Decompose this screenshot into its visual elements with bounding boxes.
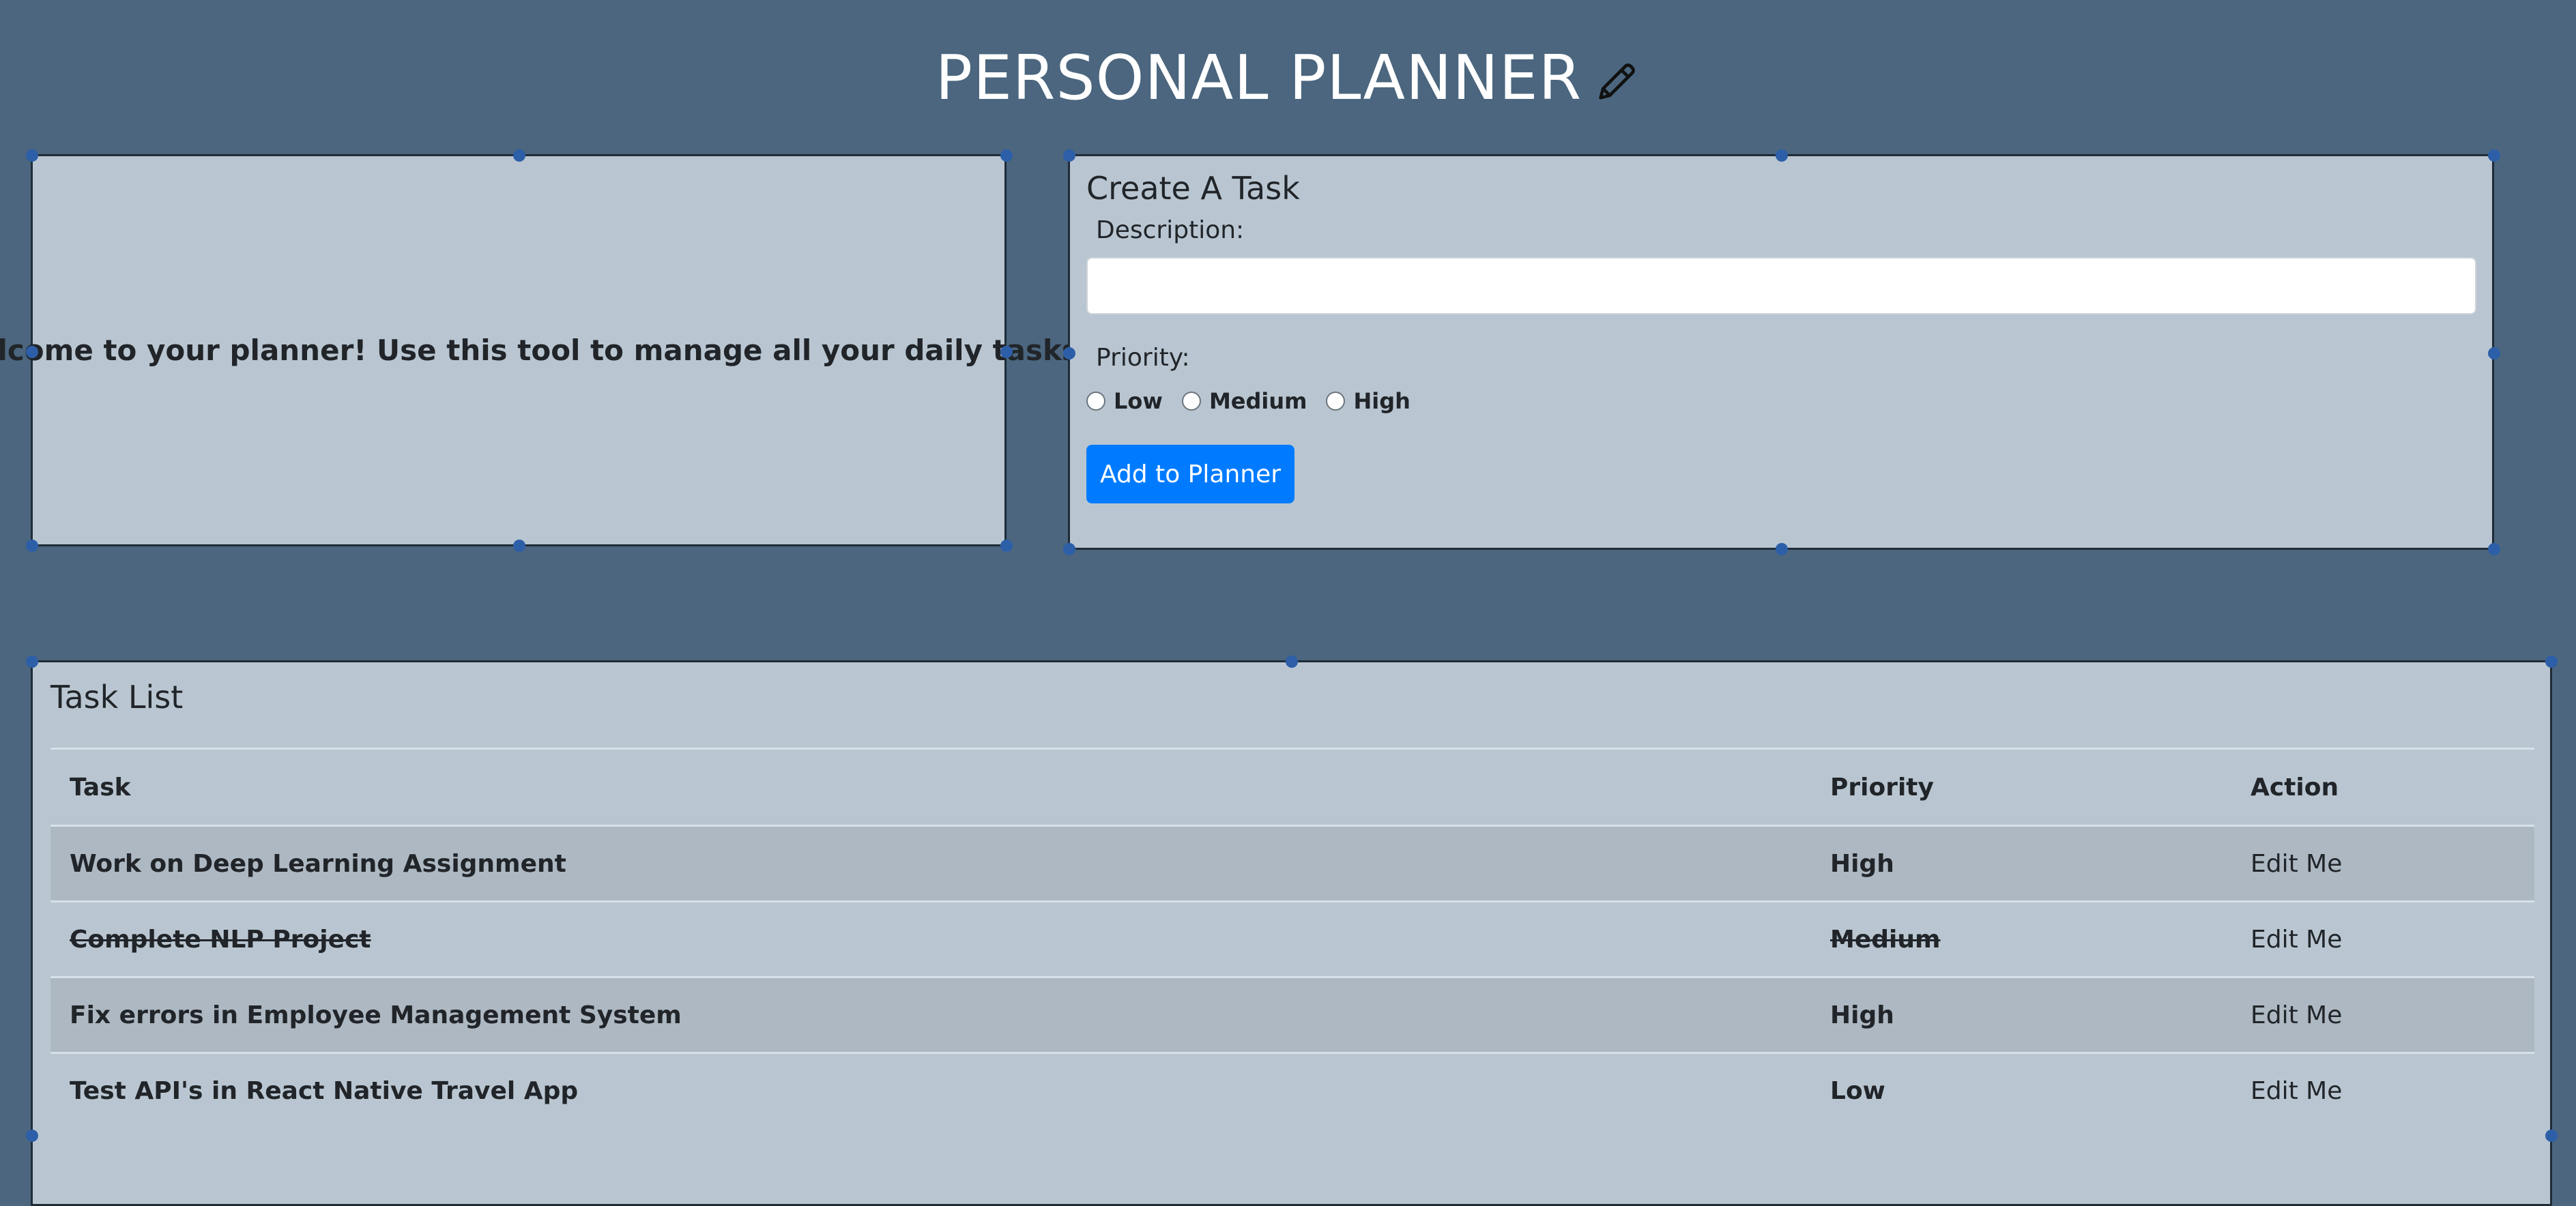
pencil-icon bbox=[1599, 63, 1635, 100]
resize-handle[interactable] bbox=[26, 656, 38, 668]
resize-handle[interactable] bbox=[1776, 149, 1788, 162]
task-priority: Low bbox=[1811, 1052, 2231, 1128]
table-row: Fix errors in Employee Management System… bbox=[50, 976, 2534, 1053]
edit-task-link[interactable]: Edit Me bbox=[2231, 825, 2534, 902]
task-table: Task Priority Action Work on Deep Learni… bbox=[50, 748, 2534, 1128]
resize-handle[interactable] bbox=[2488, 149, 2500, 162]
priority-option-label: Low bbox=[1114, 388, 1163, 414]
priority-option-high[interactable]: High bbox=[1326, 388, 1410, 414]
task-list-panel: Task List Task Priority Action Work on D… bbox=[26, 656, 2558, 1206]
resize-handle[interactable] bbox=[1000, 346, 1013, 358]
resize-handle[interactable] bbox=[513, 149, 525, 162]
resize-handle[interactable] bbox=[26, 149, 38, 162]
resize-handle[interactable] bbox=[1063, 543, 1075, 555]
create-task-heading: Create A Task bbox=[1086, 170, 1300, 207]
task-name: Complete NLP Project bbox=[50, 900, 1811, 977]
edit-task-link[interactable]: Edit Me bbox=[2231, 976, 2534, 1053]
resize-handle[interactable] bbox=[2545, 1130, 2558, 1142]
edit-task-link[interactable]: Edit Me bbox=[2231, 900, 2534, 977]
priority-label: Priority: bbox=[1096, 344, 1190, 372]
column-header-priority: Priority bbox=[1811, 748, 2231, 827]
resize-handle[interactable] bbox=[26, 1130, 38, 1142]
table-header-row: Task Priority Action bbox=[50, 748, 2534, 827]
radio-button[interactable] bbox=[1326, 392, 1346, 411]
column-header-action: Action bbox=[2231, 748, 2534, 827]
page-title: PERSONAL PLANNER bbox=[0, 38, 2576, 119]
priority-radio-group: Low Medium High bbox=[1086, 388, 1430, 414]
resize-handle[interactable] bbox=[1776, 543, 1788, 555]
welcome-text: Welcome to your planner! Use this tool t… bbox=[0, 334, 1090, 367]
table-row: Test API's in React Native Travel App Lo… bbox=[50, 1052, 2534, 1128]
table-row: Complete NLP Project Medium Edit Me bbox=[50, 900, 2534, 977]
resize-handle[interactable] bbox=[2488, 543, 2500, 555]
edit-task-link[interactable]: Edit Me bbox=[2231, 1052, 2534, 1128]
task-name: Test API's in React Native Travel App bbox=[50, 1052, 1811, 1128]
task-name: Work on Deep Learning Assignment bbox=[50, 825, 1811, 902]
priority-option-low[interactable]: Low bbox=[1086, 388, 1163, 414]
radio-button[interactable] bbox=[1181, 392, 1201, 411]
task-priority: High bbox=[1811, 976, 2231, 1053]
resize-handle[interactable] bbox=[1000, 540, 1013, 552]
priority-option-label: High bbox=[1353, 388, 1410, 414]
priority-option-label: Medium bbox=[1209, 388, 1307, 414]
column-header-task: Task bbox=[50, 748, 1811, 827]
resize-handle[interactable] bbox=[1000, 149, 1013, 162]
task-priority: High bbox=[1811, 825, 2231, 902]
resize-handle[interactable] bbox=[26, 346, 38, 358]
page-title-text: PERSONAL PLANNER bbox=[935, 42, 1582, 114]
resize-handle[interactable] bbox=[513, 540, 525, 552]
resize-handle[interactable] bbox=[26, 540, 38, 552]
task-priority: Medium bbox=[1811, 900, 2231, 977]
resize-handle[interactable] bbox=[2488, 347, 2500, 359]
resize-handle[interactable] bbox=[1286, 656, 1298, 668]
resize-handle[interactable] bbox=[2545, 656, 2558, 668]
resize-handle[interactable] bbox=[1063, 347, 1075, 359]
task-name: Fix errors in Employee Management System bbox=[50, 976, 1811, 1053]
priority-option-medium[interactable]: Medium bbox=[1181, 388, 1307, 414]
description-input[interactable] bbox=[1086, 257, 2476, 314]
table-row: Work on Deep Learning Assignment High Ed… bbox=[50, 825, 2534, 902]
add-to-planner-button[interactable]: Add to Planner bbox=[1086, 445, 1294, 503]
resize-handle[interactable] bbox=[1063, 149, 1075, 162]
task-list-heading: Task List bbox=[50, 679, 184, 716]
description-label: Description: bbox=[1096, 216, 1245, 244]
create-task-panel: Create A Task Description: Priority: Low… bbox=[1063, 149, 2500, 555]
welcome-panel: Welcome to your planner! Use this tool t… bbox=[0, 149, 1090, 552]
radio-button[interactable] bbox=[1086, 392, 1105, 411]
